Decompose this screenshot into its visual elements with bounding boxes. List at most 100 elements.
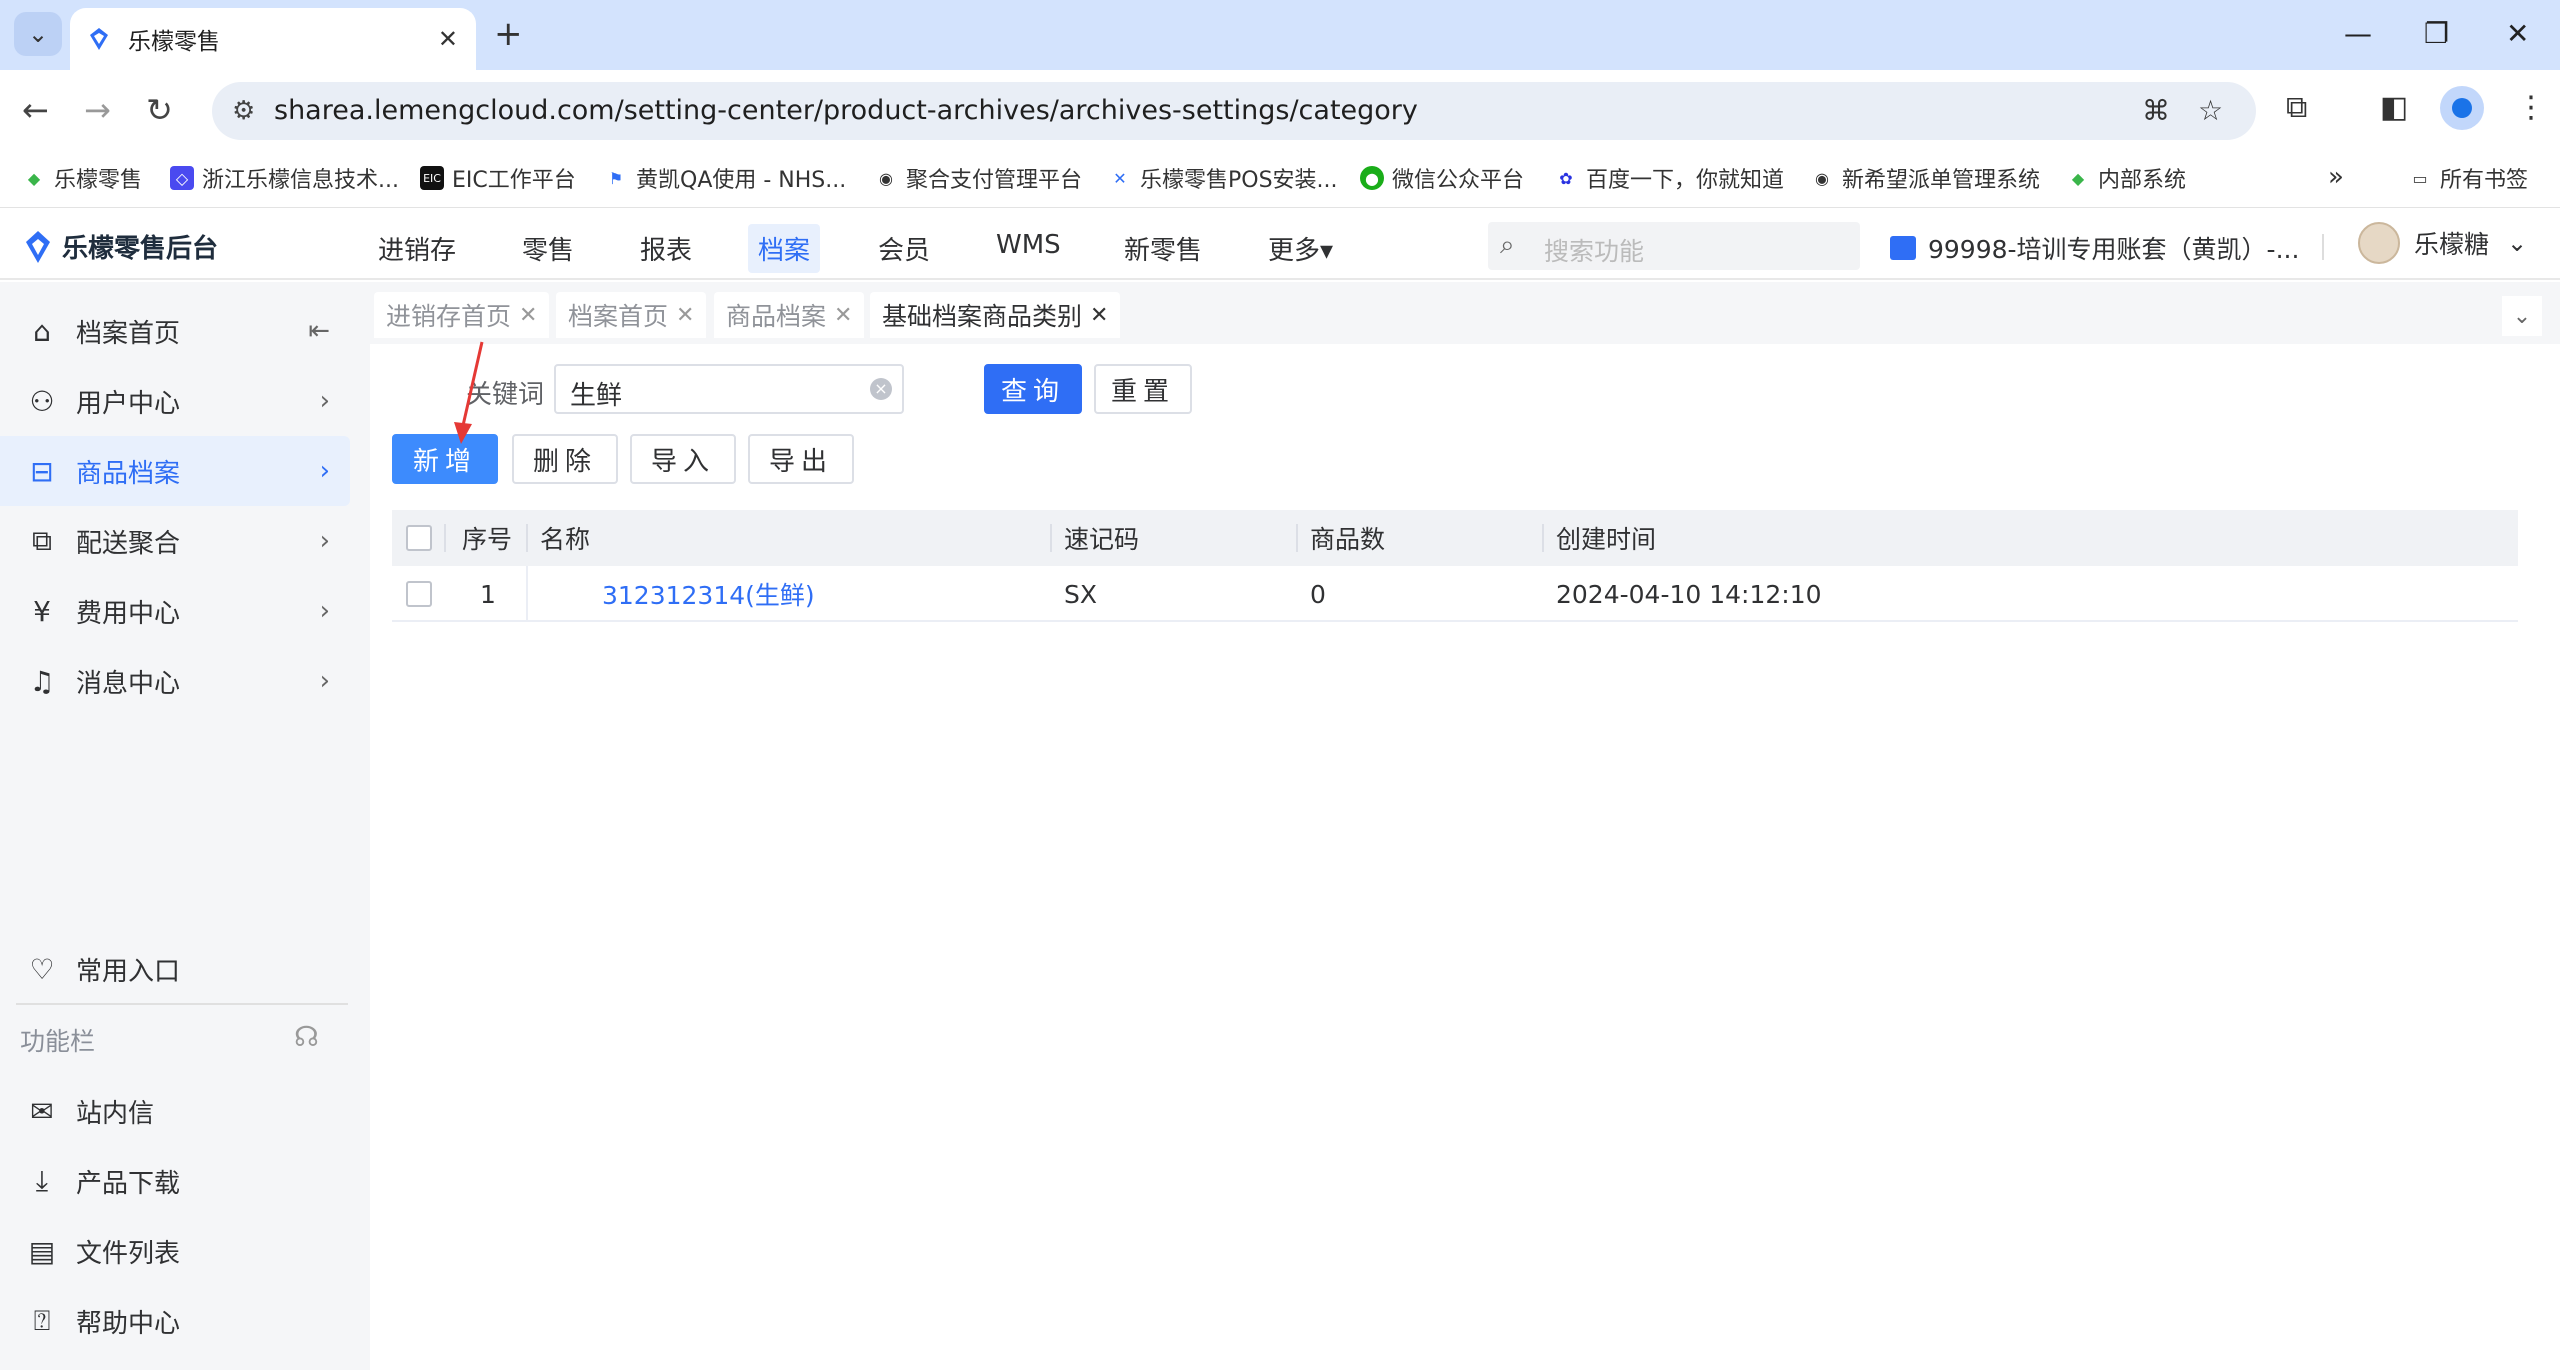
column-divider bbox=[1296, 524, 1298, 552]
annotation-arrow bbox=[454, 341, 484, 444]
close-icon[interactable]: ✕ bbox=[676, 303, 694, 328]
browser-tab-active[interactable]: 乐檬零售 ✕ bbox=[70, 8, 476, 70]
bookmark-item[interactable]: ◆ 内部系统 bbox=[2066, 162, 2186, 194]
eic-icon: EIC bbox=[420, 166, 444, 190]
topnav-huiyuan[interactable]: 会员 bbox=[868, 224, 940, 273]
column-divider bbox=[444, 524, 446, 552]
reset-button[interactable]: 重置 bbox=[1094, 364, 1192, 414]
sidebar-item-user-center[interactable]: ⚇ 用户中心 › bbox=[0, 366, 350, 436]
bookmark-item[interactable]: ● 微信公众平台 bbox=[1360, 162, 1524, 194]
forward-icon[interactable]: → bbox=[84, 88, 111, 132]
browser-menu-icon[interactable]: ⋮ bbox=[2516, 90, 2546, 125]
page-tab-category[interactable]: 基础档案商品类别 ✕ bbox=[870, 292, 1121, 338]
keyword-input[interactable]: 生鲜 × bbox=[554, 364, 904, 414]
close-icon[interactable]: ✕ bbox=[834, 303, 852, 328]
bookmark-star-icon[interactable]: ☆ bbox=[2198, 94, 2223, 127]
headset-icon[interactable]: ☊ bbox=[294, 1020, 319, 1053]
translate-icon[interactable]: ⌘ bbox=[2142, 94, 2170, 127]
account-selector[interactable]: 99998-培训专用账套（黄凯）-... bbox=[1890, 230, 2299, 266]
jira-icon: ⚑ bbox=[604, 166, 628, 190]
bookmarks-overflow-button[interactable]: » bbox=[2328, 162, 2344, 192]
bookmark-item[interactable]: ◉ 聚合支付管理平台 bbox=[874, 162, 1082, 194]
sidebar-item-favorites[interactable]: ♡ 常用入口 bbox=[0, 934, 350, 1004]
column-divider bbox=[1542, 524, 1544, 552]
globe-icon: ◉ bbox=[874, 166, 898, 190]
page-tab-jinxiaocun-home[interactable]: 进销存首页 ✕ bbox=[374, 292, 550, 338]
bookmark-item[interactable]: ◉ 新希望派单管理系统 bbox=[1810, 162, 2040, 194]
sidebar-item-file-list[interactable]: ▤ 文件列表 bbox=[0, 1216, 350, 1286]
side-panel-icon[interactable]: ◧ bbox=[2380, 90, 2408, 125]
select-all-checkbox[interactable] bbox=[406, 510, 432, 566]
query-button[interactable]: 查询 bbox=[984, 364, 1082, 414]
export-button[interactable]: 导出 bbox=[748, 434, 854, 484]
sidebar-item-help[interactable]: ⍰ 帮助中心 bbox=[0, 1286, 350, 1356]
close-tab-icon[interactable]: ✕ bbox=[438, 25, 458, 53]
all-bookmarks-button[interactable]: ▭ 所有书签 bbox=[2408, 162, 2528, 194]
address-bar[interactable]: ⚙ sharea.lemengcloud.com/setting-center/… bbox=[212, 82, 2256, 140]
table-row[interactable]: 1 312312314(生鲜) SX 0 2024-04-10 14:12:10 bbox=[392, 566, 2518, 622]
collapse-sidebar-icon[interactable]: ⇤ bbox=[308, 316, 330, 346]
import-button[interactable]: 导入 bbox=[630, 434, 736, 484]
topnav-xinlingshou[interactable]: 新零售 bbox=[1114, 224, 1212, 273]
sidebar-item-expense[interactable]: ¥ 费用中心 › bbox=[0, 576, 350, 646]
site-info-icon[interactable]: ⚙ bbox=[232, 96, 255, 126]
sidebar-item-inbox[interactable]: ✉ 站内信 bbox=[0, 1076, 350, 1146]
topnav-wms[interactable]: WMS bbox=[986, 224, 1071, 266]
row-checkbox[interactable] bbox=[406, 566, 432, 622]
delete-button[interactable]: 删除 bbox=[512, 434, 618, 484]
topnav-lingshou[interactable]: 零售 bbox=[512, 224, 584, 273]
bookmark-item[interactable]: EIC EIC工作平台 bbox=[420, 162, 576, 194]
chevron-right-icon: › bbox=[319, 596, 330, 626]
chevron-right-icon: › bbox=[319, 386, 330, 416]
search-icon: ⌕ bbox=[1500, 230, 1515, 260]
download-icon: ⤓ bbox=[35, 1164, 49, 1197]
cell-name-link[interactable]: 312312314(生鲜) bbox=[602, 566, 815, 622]
url-text[interactable]: sharea.lemengcloud.com/setting-center/pr… bbox=[274, 95, 1418, 126]
close-icon[interactable]: ✕ bbox=[519, 303, 537, 328]
new-tab-button[interactable]: + bbox=[494, 14, 523, 54]
column-divider bbox=[526, 566, 528, 622]
header-code: 速记码 bbox=[1064, 525, 1140, 554]
cell-index: 1 bbox=[480, 579, 496, 609]
topnav-baobiao[interactable]: 报表 bbox=[630, 224, 702, 273]
profile-avatar[interactable] bbox=[2440, 86, 2484, 130]
bookmark-item[interactable]: ◇ 浙江乐檬信息技术... bbox=[170, 162, 399, 194]
sidebar-item-archive-home[interactable]: ⌂ 档案首页 ⇤ bbox=[0, 296, 350, 366]
header-index: 序号 bbox=[462, 525, 513, 554]
close-icon[interactable]: ✕ bbox=[1090, 303, 1108, 328]
folder-icon: ▭ bbox=[2408, 166, 2432, 190]
browser-tabstrip: ⌄ 乐檬零售 ✕ + — ❐ ✕ bbox=[0, 0, 2560, 70]
sidebar-item-product-archive[interactable]: ⊟ 商品档案 › bbox=[0, 436, 350, 506]
product-icon: ⊟ bbox=[30, 454, 54, 488]
page-tab-product-archive[interactable]: 商品档案 ✕ bbox=[714, 292, 865, 338]
bookmark-item[interactable]: ⚑ 黄凯QA使用 - NHS... bbox=[604, 162, 846, 194]
sidebar-item-download[interactable]: ⤓ 产品下载 bbox=[0, 1146, 350, 1216]
extensions-icon[interactable]: ⧉ bbox=[2286, 90, 2307, 125]
clear-input-icon[interactable]: × bbox=[870, 378, 892, 400]
bookmarks-bar: ◆ 乐檬零售 ◇ 浙江乐檬信息技术... EIC EIC工作平台 ⚑ 黄凯QA使用 - … bbox=[0, 152, 2560, 208]
page-tab-archive-home[interactable]: 档案首页 ✕ bbox=[556, 292, 707, 338]
app-header: 乐檬零售后台 进销存 零售 报表 档案 会员 WMS 新零售 更多▾ ⌕ 搜索功… bbox=[0, 210, 2560, 280]
bookmark-item[interactable]: ◆ 乐檬零售 bbox=[22, 162, 142, 194]
tabs-dropdown-button[interactable]: ⌄ bbox=[2502, 296, 2542, 336]
chevron-right-icon: › bbox=[319, 666, 330, 696]
reload-icon[interactable]: ↻ bbox=[146, 88, 173, 132]
bookmark-item[interactable]: ✿ 百度一下，你就知道 bbox=[1554, 162, 1784, 194]
minimize-icon[interactable]: — bbox=[2344, 14, 2372, 54]
topnav-jinxiaocun[interactable]: 进销存 bbox=[368, 224, 466, 273]
sidebar-item-message[interactable]: ♫ 消息中心 › bbox=[0, 646, 350, 716]
app-logo[interactable]: 乐檬零售后台 bbox=[24, 228, 218, 265]
sidebar-item-delivery[interactable]: ⧉ 配送聚合 › bbox=[0, 506, 350, 576]
confluence-icon: ✕ bbox=[1108, 166, 1132, 190]
tab-search-menu-button[interactable]: ⌄ bbox=[14, 12, 62, 56]
back-icon[interactable]: ← bbox=[22, 88, 49, 132]
bookmark-item[interactable]: ✕ 乐檬零售POS安装... bbox=[1108, 162, 1338, 194]
help-icon: ⍰ bbox=[33, 1304, 51, 1337]
topnav-dangan[interactable]: 档案 bbox=[748, 224, 821, 273]
function-search[interactable]: ⌕ 搜索功能 bbox=[1488, 222, 1860, 270]
chevron-down-icon: ⌄ bbox=[2507, 229, 2528, 257]
user-menu[interactable]: 乐檬糖 ⌄ bbox=[2358, 222, 2527, 264]
close-window-icon[interactable]: ✕ bbox=[2506, 14, 2529, 54]
restore-icon[interactable]: ❐ bbox=[2424, 14, 2449, 54]
topnav-more[interactable]: 更多▾ bbox=[1258, 224, 1343, 273]
